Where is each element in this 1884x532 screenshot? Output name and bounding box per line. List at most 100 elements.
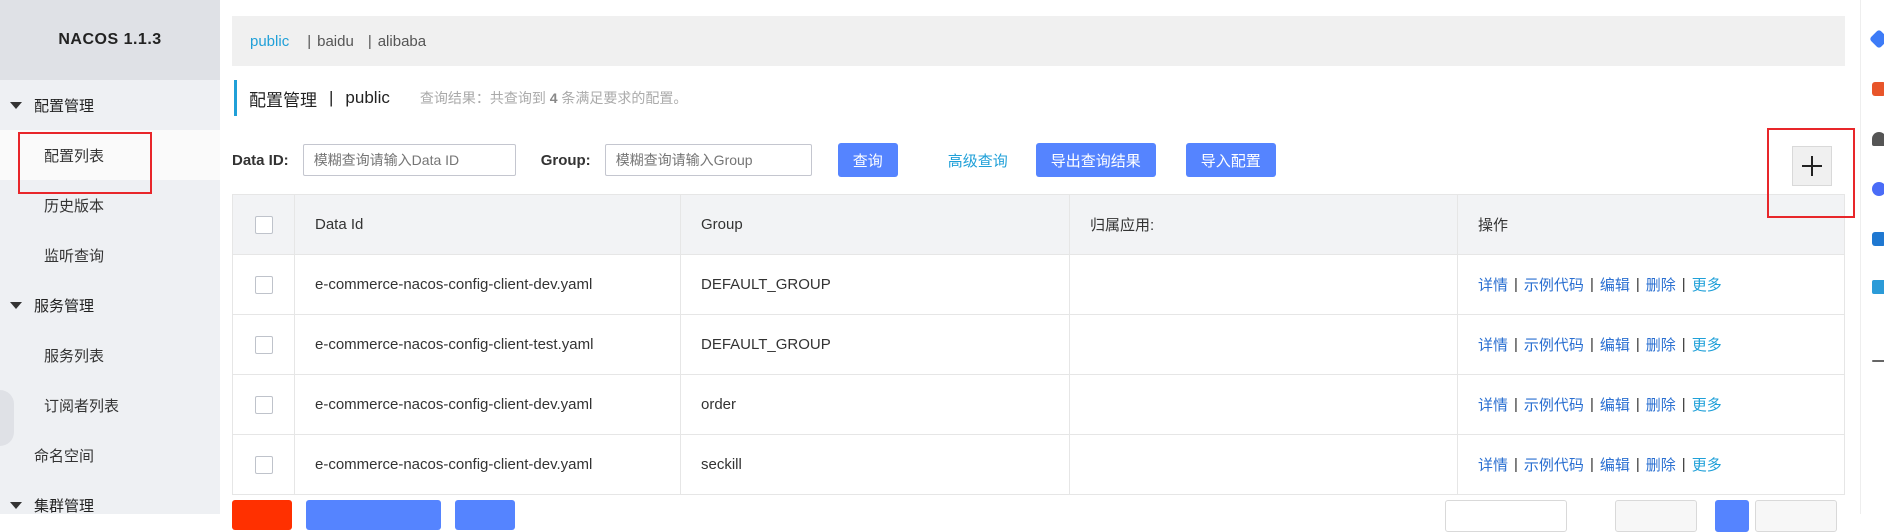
table-row: e-commerce-nacos-config-client-dev.yaml …: [233, 255, 1844, 315]
batch-delete-button[interactable]: [232, 500, 292, 530]
detail-link[interactable]: 详情: [1478, 394, 1508, 415]
data-id-cell: e-commerce-nacos-config-client-test.yaml: [295, 315, 681, 374]
page-title: 配置管理 | public 查询结果：共查询到 4 条满足要求的配置。: [234, 80, 687, 116]
actions-cell: 详情 | 示例代码 | 编辑 | 删除 | 更多: [1478, 454, 1722, 475]
import-config-button[interactable]: 导入配置: [1185, 143, 1276, 177]
pagination-next[interactable]: [1755, 500, 1837, 532]
namespace-bar: public | baidu | alibaba: [232, 16, 1845, 66]
sample-code-link[interactable]: 示例代码: [1524, 394, 1584, 415]
table-row: e-commerce-nacos-config-client-dev.yaml …: [233, 375, 1844, 435]
star-icon[interactable]: [1872, 280, 1884, 294]
table-row: e-commerce-nacos-config-client-test.yaml…: [233, 315, 1844, 375]
query-button[interactable]: 查询: [837, 143, 898, 177]
sidebar-group-label: 集群管理: [34, 497, 95, 515]
caret-down-icon: [10, 501, 22, 509]
bulk-actions-bar: [232, 500, 529, 530]
highlight-box-add-button: [1767, 128, 1855, 218]
table-header: Data Id Group 归属应用: 操作: [233, 195, 1844, 255]
actions-cell: 详情 | 示例代码 | 编辑 | 删除 | 更多: [1478, 274, 1722, 295]
app-cell: [1070, 375, 1458, 434]
data-id-cell: e-commerce-nacos-config-client-dev.yaml: [295, 255, 681, 314]
sidebar-group-service[interactable]: 服务管理: [0, 280, 220, 330]
more-link[interactable]: 更多: [1692, 274, 1722, 295]
pagination-prev[interactable]: [1615, 500, 1697, 532]
sample-code-link[interactable]: 示例代码: [1524, 454, 1584, 475]
actions-cell: 详情 | 示例代码 | 编辑 | 删除 | 更多: [1478, 394, 1722, 415]
delete-link[interactable]: 删除: [1646, 274, 1676, 295]
more-link[interactable]: 更多: [1692, 334, 1722, 355]
row-checkbox[interactable]: [254, 455, 273, 474]
data-id-label: Data ID:: [232, 151, 289, 169]
edit-link[interactable]: 编辑: [1600, 454, 1630, 475]
namespace-tab-alibaba[interactable]: | alibaba: [368, 33, 426, 50]
sidebar-item-service-list[interactable]: 服务列表: [0, 330, 220, 380]
more-link[interactable]: 更多: [1692, 454, 1722, 475]
sidebar-group-config[interactable]: 配置管理: [0, 80, 220, 130]
row-checkbox[interactable]: [254, 275, 273, 294]
app-cell: [1070, 435, 1458, 494]
group-cell: DEFAULT_GROUP: [681, 255, 1070, 314]
detail-link[interactable]: 详情: [1478, 274, 1508, 295]
sidebar-group-label: 配置管理: [34, 97, 95, 115]
user-icon[interactable]: [1872, 132, 1884, 146]
sample-code-link[interactable]: 示例代码: [1524, 334, 1584, 355]
sidebar-item-subscribers[interactable]: 订阅者列表: [0, 380, 220, 430]
app-cell: [1070, 255, 1458, 314]
add-icon[interactable]: [1872, 360, 1884, 362]
detail-link[interactable]: 详情: [1478, 454, 1508, 475]
delete-link[interactable]: 删除: [1646, 334, 1676, 355]
more-link[interactable]: 更多: [1692, 394, 1722, 415]
sidebar: NACOS 1.1.3 配置管理 配置列表 历史版本 监听查询 服务管理 服务列…: [0, 0, 220, 515]
pagination-current[interactable]: [1715, 500, 1749, 532]
row-checkbox[interactable]: [254, 395, 273, 414]
highlight-box-config-list: [18, 132, 152, 194]
delete-link[interactable]: 删除: [1646, 394, 1676, 415]
delete-link[interactable]: 删除: [1646, 454, 1676, 475]
select-all-checkbox[interactable]: [254, 215, 273, 234]
namespace-tab-public[interactable]: public: [250, 33, 289, 50]
sidebar-item-namespace[interactable]: 命名空间: [0, 430, 220, 480]
namespace-tab-baidu[interactable]: | baidu: [307, 33, 354, 50]
edit-link[interactable]: 编辑: [1600, 334, 1630, 355]
data-id-input[interactable]: [302, 144, 516, 176]
actions-cell: 详情 | 示例代码 | 编辑 | 删除 | 更多: [1478, 334, 1722, 355]
group-cell: order: [681, 375, 1070, 434]
column-header: Group: [681, 195, 1070, 254]
column-header: 归属应用:: [1070, 195, 1458, 254]
sidebar-group-label: 服务管理: [34, 297, 95, 315]
sidebar-group-cluster[interactable]: 集群管理: [0, 480, 220, 530]
sidebar-item-listener-query[interactable]: 监听查询: [0, 230, 220, 280]
app-logo: NACOS 1.1.3: [0, 0, 220, 80]
batch-clone-button[interactable]: [455, 500, 515, 530]
app-cell: [1070, 315, 1458, 374]
chat-icon[interactable]: [1872, 182, 1884, 196]
gift-icon[interactable]: [1872, 82, 1884, 96]
group-input[interactable]: [604, 144, 812, 176]
group-label: Group:: [540, 151, 591, 169]
caret-down-icon: [10, 101, 22, 109]
main-content: public | baidu | alibaba 配置管理 | public 查询结…: [220, 0, 1860, 532]
edit-link[interactable]: 编辑: [1600, 274, 1630, 295]
sample-code-link[interactable]: 示例代码: [1524, 274, 1584, 295]
edit-link[interactable]: 编辑: [1600, 394, 1630, 415]
filter-bar: Data ID: Group: 查询 高级查询 导出查询结果 导入配置: [232, 140, 1276, 180]
page-size-select[interactable]: [1445, 500, 1567, 532]
data-id-cell: e-commerce-nacos-config-client-dev.yaml: [295, 375, 681, 434]
detail-link[interactable]: 详情: [1478, 334, 1508, 355]
table-row: e-commerce-nacos-config-client-dev.yaml …: [233, 435, 1844, 494]
row-checkbox[interactable]: [254, 335, 273, 354]
caret-down-icon: [10, 301, 22, 309]
outlook-icon[interactable]: [1872, 232, 1884, 246]
export-results-button[interactable]: 导出查询结果: [1035, 143, 1156, 177]
batch-export-button[interactable]: [306, 500, 441, 530]
advanced-query-link[interactable]: 高级查询: [948, 150, 1008, 171]
sidebar-collapse-handle[interactable]: [0, 390, 14, 446]
data-id-cell: e-commerce-nacos-config-client-dev.yaml: [295, 435, 681, 494]
current-namespace: public: [345, 88, 390, 107]
column-header: Data Id: [295, 195, 681, 254]
right-icon-strip: [1860, 0, 1884, 514]
query-result-summary: 查询结果：共查询到 4 条满足要求的配置。: [419, 90, 688, 106]
group-cell: seckill: [681, 435, 1070, 494]
config-table: Data Id Group 归属应用: 操作 e-commerce-nacos-…: [232, 194, 1845, 495]
group-cell: DEFAULT_GROUP: [681, 315, 1070, 374]
